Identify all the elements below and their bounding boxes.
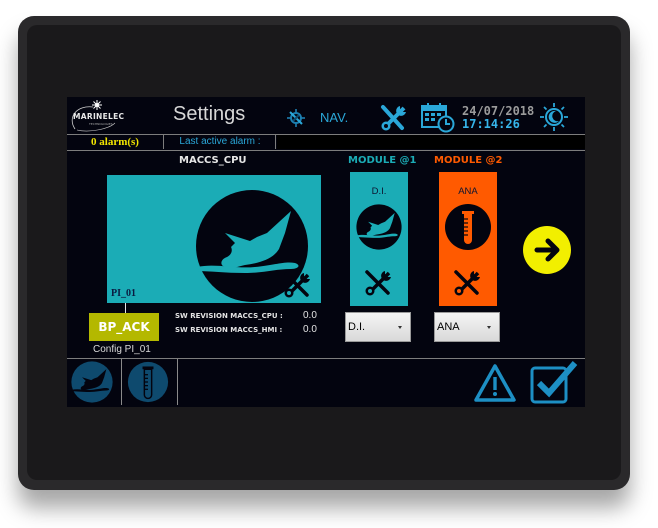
ack-button[interactable]: BP_ACK bbox=[89, 313, 159, 341]
nav-link[interactable]: NAV. bbox=[320, 110, 348, 125]
port-connector bbox=[125, 303, 126, 313]
ship-icon bbox=[356, 204, 402, 250]
tools-icon[interactable] bbox=[453, 268, 483, 298]
hmi-screen: MARINELEC TECHNOLOGIES Settings NAV. 24/… bbox=[67, 97, 585, 407]
checkbox-check-icon bbox=[530, 361, 578, 404]
module-2-type-select[interactable]: ANA bbox=[434, 312, 500, 342]
module-2-type-label: ANA bbox=[458, 186, 478, 197]
module-1-card[interactable]: D.I. bbox=[350, 172, 408, 306]
logo-subtext: TECHNOLOGIES bbox=[89, 122, 113, 126]
next-page-button[interactable] bbox=[523, 226, 571, 274]
footer-tab-analog[interactable] bbox=[127, 361, 169, 403]
cpu-title: MACCS_CPU bbox=[179, 155, 247, 166]
config-label: Config PI_01 bbox=[93, 344, 151, 355]
alarm-bar-divider bbox=[67, 150, 585, 151]
sw-revision-hmi-value: 0.0 bbox=[303, 324, 317, 335]
arrow-right-icon bbox=[534, 238, 560, 262]
warning-icon[interactable] bbox=[473, 363, 517, 403]
module-1-title: MODULE @1 bbox=[348, 155, 417, 166]
divider bbox=[163, 135, 164, 149]
compass-icon[interactable] bbox=[286, 108, 306, 128]
tools-icon[interactable] bbox=[364, 268, 394, 298]
footer-tab-ship[interactable] bbox=[71, 361, 113, 403]
footer-divider bbox=[177, 359, 178, 405]
time-display: 17:14:26 bbox=[462, 117, 520, 131]
module-2-title: MODULE @2 bbox=[434, 155, 503, 166]
module-1-select-value: D.I. bbox=[348, 321, 366, 333]
logo-text: MARINELEC bbox=[73, 112, 125, 121]
sw-revision-cpu-value: 0.0 bbox=[303, 310, 317, 321]
ship-icon bbox=[71, 361, 113, 403]
module-2-select-value: ANA bbox=[437, 321, 460, 333]
tools-icon[interactable] bbox=[283, 271, 313, 299]
alarm-count[interactable]: 0 alarm(s) bbox=[67, 135, 163, 149]
date-display: 24/07/2018 bbox=[462, 104, 535, 118]
sw-revision-hmi-label: SW REVISION MACCS_HMI : bbox=[175, 326, 283, 334]
footer-divider bbox=[121, 359, 122, 405]
day-night-icon[interactable] bbox=[537, 102, 571, 132]
test-tube-icon bbox=[445, 204, 491, 250]
cpu-module-card[interactable]: PI_01 bbox=[107, 175, 321, 303]
calendar-clock-icon[interactable] bbox=[421, 101, 455, 133]
tools-icon[interactable] bbox=[380, 104, 408, 132]
module-1-type-label: D.I. bbox=[371, 186, 387, 197]
dropdown-caret-icon bbox=[398, 326, 402, 329]
page-title: Settings bbox=[173, 103, 246, 125]
module-2-card[interactable]: ANA bbox=[439, 172, 497, 306]
sw-revision-cpu-label: SW REVISION MACCS_CPU : bbox=[175, 312, 283, 320]
port-label: PI_01 bbox=[111, 288, 136, 299]
divider bbox=[275, 135, 276, 149]
last-alarm-field bbox=[277, 135, 585, 149]
validate-button[interactable] bbox=[529, 359, 579, 405]
footer-divider bbox=[67, 358, 585, 359]
dropdown-caret-icon bbox=[487, 326, 491, 329]
module-1-type-select[interactable]: D.I. bbox=[345, 312, 411, 342]
test-tube-icon bbox=[127, 361, 169, 403]
last-alarm-label: Last active alarm : bbox=[179, 136, 261, 147]
